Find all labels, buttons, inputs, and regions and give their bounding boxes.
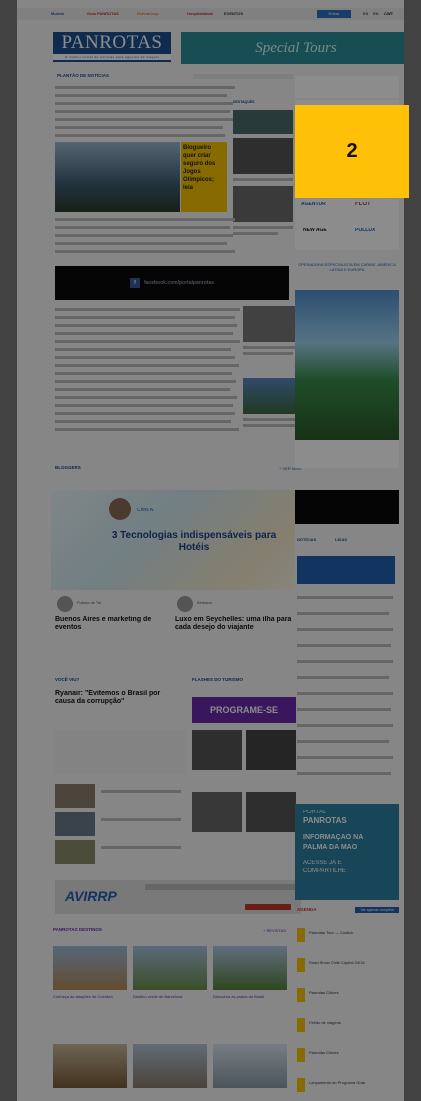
section-voceviu-heading: VOCÊ VIU?: [55, 677, 80, 682]
flash-photo-1[interactable]: [192, 730, 242, 770]
search-input[interactable]: [193, 74, 293, 79]
login-button[interactable]: Entrar: [317, 10, 351, 18]
destino-title-3[interactable]: Descubra as praias do Brasil: [213, 994, 287, 999]
app-promo-line-5: ACESSE JÁ E: [303, 860, 342, 866]
section-bloggers-heading: BLOGGERS: [55, 465, 81, 470]
app-promo-line-1: PORTAL: [303, 810, 327, 815]
right-ad-black[interactable]: [295, 490, 399, 524]
annotation-badge: 2: [295, 105, 409, 198]
destino-photo-5[interactable]: [133, 1044, 207, 1088]
destino-photo-3[interactable]: [213, 946, 287, 990]
blog-title-2[interactable]: Luxo em Seychelles: uma ilha para cada d…: [175, 616, 300, 632]
voceviu-widget[interactable]: [55, 730, 185, 774]
logo-tagline: O melhor portal de notícias para agentes…: [53, 54, 171, 60]
nav-item-hospitalidade[interactable]: Hospitalidade: [187, 11, 213, 16]
feature-headline[interactable]: Blogueiro quer criar seguro dos Jogos Ol…: [181, 142, 227, 212]
destino-photo-6[interactable]: [213, 1044, 287, 1088]
destaques-image-2[interactable]: [233, 186, 293, 222]
app-promo-line-3: INFORMAÇÃO NA: [303, 834, 364, 841]
section-destinos-heading: PANROTAS DESTINOS: [53, 927, 102, 932]
promo-image[interactable]: [295, 290, 399, 440]
destino-title-1[interactable]: Conheça as atrações de Coimbra: [53, 994, 127, 999]
banner-byline: Chris A.: [137, 508, 155, 513]
facebook-banner[interactable]: f facebook.com/portalpanrotas: [55, 266, 289, 300]
destinos-more-link[interactable]: + REVISTAS: [263, 928, 286, 933]
app-promo-line-2: PANROTAS: [303, 816, 347, 825]
agenda-item-4[interactable]: Feirão de viagens: [309, 1020, 399, 1025]
promo-footer: [295, 440, 399, 468]
cwt-logo[interactable]: CWT: [384, 11, 393, 16]
section-lidas-heading: LIDAS: [335, 537, 347, 542]
destaques-ad[interactable]: [233, 110, 293, 134]
agenda-item-6[interactable]: Lançamento do Programa Guia: [309, 1080, 399, 1085]
right-top-ad[interactable]: [295, 76, 399, 98]
facebook-text: facebook.com/portalpanrotas: [143, 280, 214, 286]
partner-newage[interactable]: NEW AGE: [303, 228, 327, 233]
avatar: [177, 596, 193, 612]
agenda-full-button[interactable]: Ver agenda completa: [355, 907, 399, 913]
nav-item-eventos[interactable]: EVENTOS: [224, 11, 243, 16]
nav-item-esferacorp[interactable]: EsferaCorp: [137, 11, 159, 16]
section-agenda-heading: AGENDA: [297, 907, 317, 912]
avatar: [57, 596, 73, 612]
facebook-icon: f: [129, 277, 140, 288]
agenda-item-2[interactable]: Road Show Chile Capital 24/16: [309, 960, 399, 965]
lang-es-link[interactable]: ES: [363, 11, 368, 16]
feature-image[interactable]: [55, 142, 180, 212]
section-destaques-heading: DESTAQUES: [233, 100, 255, 104]
section-planta-heading: PLANTÃO DE NOTÍCIAS: [57, 73, 110, 78]
flash-photo-3[interactable]: [192, 792, 242, 832]
logo-text: PANROTAS: [61, 32, 163, 53]
flash-photo-2[interactable]: [246, 730, 296, 770]
section-flashes-heading: FLASHES DO TURISMO: [192, 677, 244, 682]
app-promo-line-6: COMPARTILHE: [303, 868, 346, 874]
blog-author-2: Beltrano: [197, 600, 212, 605]
avirrp-logo: AVIRRP: [65, 888, 117, 904]
destino-photo-4[interactable]: [53, 1044, 127, 1088]
blog-title-1[interactable]: Buenos Aires e marketing de eventos: [55, 616, 175, 632]
partner-agentur[interactable]: AGENTUR: [301, 202, 326, 207]
app-promo-banner[interactable]: PORTAL PANROTAS INFORMAÇÃO NA PALMA DA M…: [295, 804, 399, 900]
partner-pollux[interactable]: POLLUX: [355, 228, 375, 233]
destino-photo-2[interactable]: [133, 946, 207, 990]
blog-author-1: Fulano de Tal: [77, 600, 101, 605]
panrotas-logo[interactable]: PANROTAS O melhor portal de notícias par…: [53, 32, 171, 62]
avirrp-banner[interactable]: AVIRRP: [55, 880, 301, 914]
top-nav: Mundo Guia PANROTAS EsferaCorp Hospitali…: [17, 8, 404, 20]
agenda-item-1[interactable]: Panrotas Tour — Cuiabá: [309, 930, 399, 935]
agenda-item-5[interactable]: Panrotas Chines: [309, 1050, 399, 1055]
news-photo-1[interactable]: [243, 306, 303, 342]
nav-item-mundo[interactable]: Mundo: [51, 11, 64, 16]
agenda-item-3[interactable]: Panrotas Chines: [309, 990, 399, 995]
voceviu-photo-3[interactable]: [55, 840, 95, 864]
voceviu-photo-1[interactable]: [55, 784, 95, 808]
promo-heading: OPERADORA ESPECIALISTA EM CARIBE, AMÉRIC…: [298, 262, 396, 272]
destino-title-2[interactable]: Destino verde de Barcelona: [133, 994, 207, 999]
special-tours-banner[interactable]: Special Tours: [181, 32, 404, 64]
destino-photo-1[interactable]: [53, 946, 127, 990]
right-blue-ad[interactable]: [297, 556, 395, 584]
app-promo-line-4: PALMA DA MÃO: [303, 844, 358, 851]
voceviu-headline[interactable]: Ryanair: "Evitemos o Brasil por causa da…: [55, 690, 175, 706]
programe-se-button[interactable]: PROGRAME-SE: [192, 697, 296, 723]
avatar: [109, 498, 131, 520]
flash-photo-4[interactable]: [246, 792, 296, 832]
lang-en-link[interactable]: EN: [373, 11, 379, 16]
destaques-image-1[interactable]: [233, 138, 293, 174]
banner-title: 3 Tecnologias indispensáveis para Hotéis: [111, 530, 277, 553]
news-photo-2[interactable]: [243, 378, 303, 414]
partner-flot[interactable]: FLOT: [355, 202, 371, 207]
voceviu-photo-2[interactable]: [55, 812, 95, 836]
bloggers-banner[interactable]: Chris A. 3 Tecnologias indispensáveis pa…: [51, 490, 295, 590]
nav-item-guia[interactable]: Guia PANROTAS: [87, 11, 119, 16]
